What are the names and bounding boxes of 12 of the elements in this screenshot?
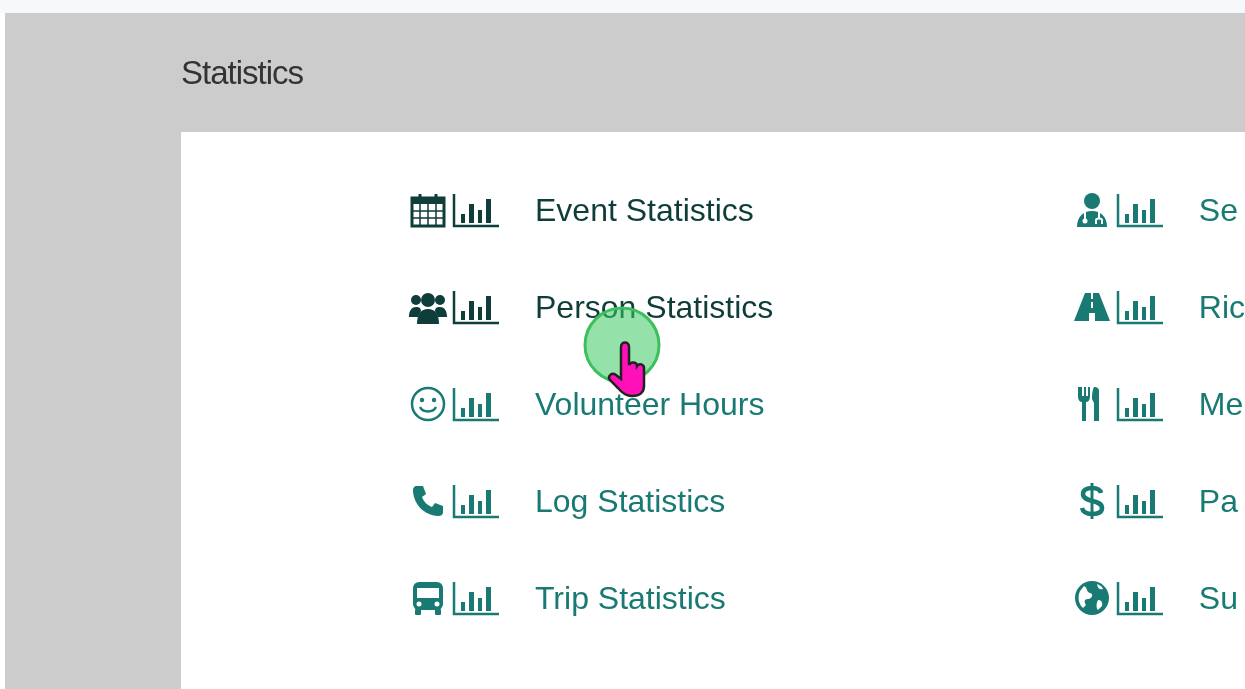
- statistics-link[interactable]: Trip Statistics: [535, 578, 726, 618]
- statistics-link[interactable]: Event Statistics: [535, 190, 754, 230]
- statistics-link[interactable]: Se: [1198, 190, 1238, 230]
- statistics-link[interactable]: Me: [1198, 384, 1244, 424]
- statistics-link[interactable]: Pa: [1198, 481, 1238, 521]
- statistics-link[interactable]: Su: [1198, 578, 1238, 618]
- statistics-link[interactable]: Person Statistics: [535, 287, 774, 327]
- statistics-link[interactable]: Log Statistics: [535, 481, 726, 521]
- smiley-icon: [408, 384, 448, 424]
- statistics-link[interactable]: Ric: [1198, 287, 1245, 327]
- page-title: Statistics: [181, 53, 305, 93]
- statistics-link[interactable]: Volunteer Hours: [535, 384, 765, 424]
